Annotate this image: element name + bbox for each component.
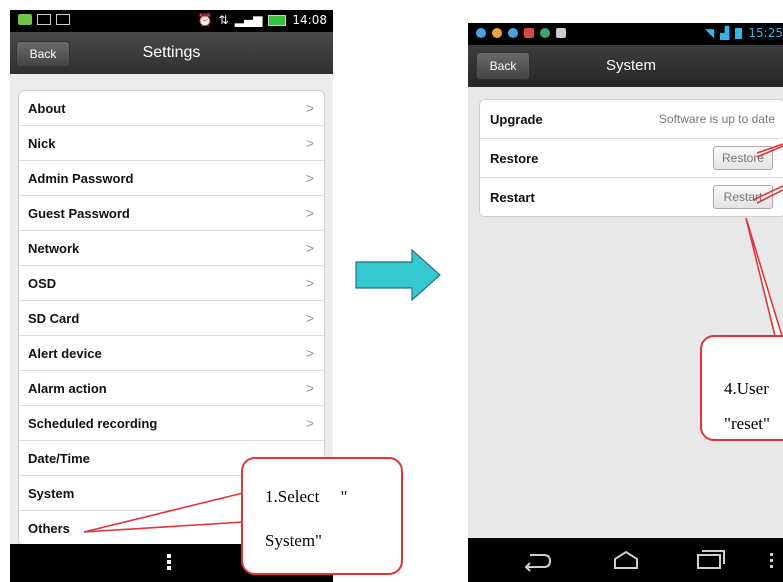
chevron-right-icon: > bbox=[305, 100, 314, 116]
home-nav-icon[interactable] bbox=[614, 550, 638, 569]
notification-icon bbox=[556, 28, 566, 38]
page-title: System bbox=[606, 57, 657, 74]
notification-icon bbox=[492, 28, 502, 38]
signal-icon: ▟ bbox=[720, 26, 730, 40]
settings-item-guest-password[interactable]: Guest Password > bbox=[19, 196, 324, 231]
chevron-right-icon: > bbox=[305, 135, 314, 151]
system-item-restart: Restart Restart bbox=[480, 178, 783, 216]
item-label: Alert device bbox=[28, 345, 102, 361]
item-label: Scheduled recording bbox=[28, 415, 158, 431]
item-label: System bbox=[28, 485, 75, 501]
item-label: Upgrade bbox=[490, 111, 543, 127]
item-label: Alarm action bbox=[28, 380, 107, 396]
item-label: Others bbox=[28, 520, 70, 536]
item-label: SD Card bbox=[28, 310, 80, 326]
recent-apps-icon[interactable] bbox=[697, 550, 725, 569]
battery-icon bbox=[268, 14, 287, 26]
title-bar: Back Settings bbox=[10, 32, 333, 74]
chevron-right-icon: > bbox=[305, 275, 314, 291]
item-label: Network bbox=[28, 240, 80, 256]
battery-icon bbox=[735, 27, 743, 39]
item-label: About bbox=[28, 100, 66, 116]
settings-item-network[interactable]: Network > bbox=[19, 231, 324, 266]
item-label: OSD bbox=[28, 275, 57, 291]
gmail-icon bbox=[56, 14, 70, 25]
notification-icon bbox=[508, 28, 518, 38]
settings-item-admin-password[interactable]: Admin Password > bbox=[19, 161, 324, 196]
item-label: Admin Password bbox=[28, 170, 134, 186]
item-label: Restart bbox=[490, 189, 535, 205]
app-notification-icon bbox=[18, 14, 32, 25]
system-item-upgrade[interactable]: Upgrade Software is up to date bbox=[480, 100, 783, 139]
data-transfer-icon: ⇅ bbox=[218, 13, 229, 27]
settings-item-alarm-action[interactable]: Alarm action > bbox=[19, 371, 324, 406]
chevron-right-icon: > bbox=[305, 205, 314, 221]
item-label: Guest Password bbox=[28, 205, 130, 221]
wifi-icon: ◥ bbox=[704, 26, 715, 40]
status-time: 14:08 bbox=[292, 13, 327, 27]
chevron-right-icon: > bbox=[305, 380, 314, 396]
item-label: Date/Time bbox=[28, 450, 90, 466]
title-bar: Back System bbox=[468, 45, 783, 87]
upgrade-status: Software is up to date bbox=[658, 112, 775, 126]
back-button[interactable]: Back bbox=[16, 41, 70, 67]
callout-text: "reset" bbox=[724, 414, 770, 433]
overflow-menu-icon[interactable] bbox=[167, 554, 171, 572]
next-step-arrow-icon bbox=[355, 249, 441, 301]
callout-text: System" bbox=[265, 531, 323, 550]
system-list: Upgrade Software is up to date Restore R… bbox=[479, 99, 783, 217]
settings-item-about[interactable]: About > bbox=[19, 91, 324, 126]
notification-icon bbox=[524, 28, 534, 38]
status-bar: ◥ ▟ 15:25 bbox=[468, 23, 783, 45]
status-bar: ⏰ ⇅ ▂▄▆ 14:08 bbox=[10, 10, 333, 32]
settings-item-osd[interactable]: OSD > bbox=[19, 266, 324, 301]
alarm-icon: ⏰ bbox=[197, 13, 213, 27]
item-label: Nick bbox=[28, 135, 56, 151]
notification-icon bbox=[476, 28, 486, 38]
signal-icon: ▂▄▆ bbox=[234, 13, 263, 27]
settings-item-scheduled-recording[interactable]: Scheduled recording > bbox=[19, 406, 324, 441]
notification-icon bbox=[540, 28, 550, 38]
restart-button[interactable]: Restart bbox=[713, 185, 773, 209]
callout-reset: 4.User "reset" bbox=[700, 335, 783, 441]
navigation-bar bbox=[468, 538, 783, 582]
restore-button[interactable]: Restore bbox=[713, 146, 773, 170]
callout-text: 4.User bbox=[724, 379, 769, 398]
settings-item-sd-card[interactable]: SD Card > bbox=[19, 301, 324, 336]
settings-item-alert-device[interactable]: Alert device > bbox=[19, 336, 324, 371]
system-screen: ◥ ▟ 15:25 Back System Upgrade Software i… bbox=[468, 23, 783, 582]
image-icon bbox=[37, 14, 51, 25]
chevron-right-icon: > bbox=[305, 345, 314, 361]
system-item-restore: Restore Restore bbox=[480, 139, 783, 178]
chevron-right-icon: > bbox=[305, 170, 314, 186]
callout-select-system: 1.Select " System" bbox=[241, 457, 403, 575]
chevron-right-icon: > bbox=[305, 415, 314, 431]
chevron-right-icon: > bbox=[305, 240, 314, 256]
back-nav-icon[interactable] bbox=[524, 554, 552, 572]
settings-item-nick[interactable]: Nick > bbox=[19, 126, 324, 161]
back-button[interactable]: Back bbox=[476, 52, 530, 80]
item-label: Restore bbox=[490, 150, 539, 166]
overflow-menu-icon[interactable] bbox=[770, 553, 773, 568]
chevron-right-icon: > bbox=[305, 310, 314, 326]
callout-text: 1.Select " bbox=[265, 487, 348, 506]
status-time: 15:25 bbox=[748, 26, 783, 40]
